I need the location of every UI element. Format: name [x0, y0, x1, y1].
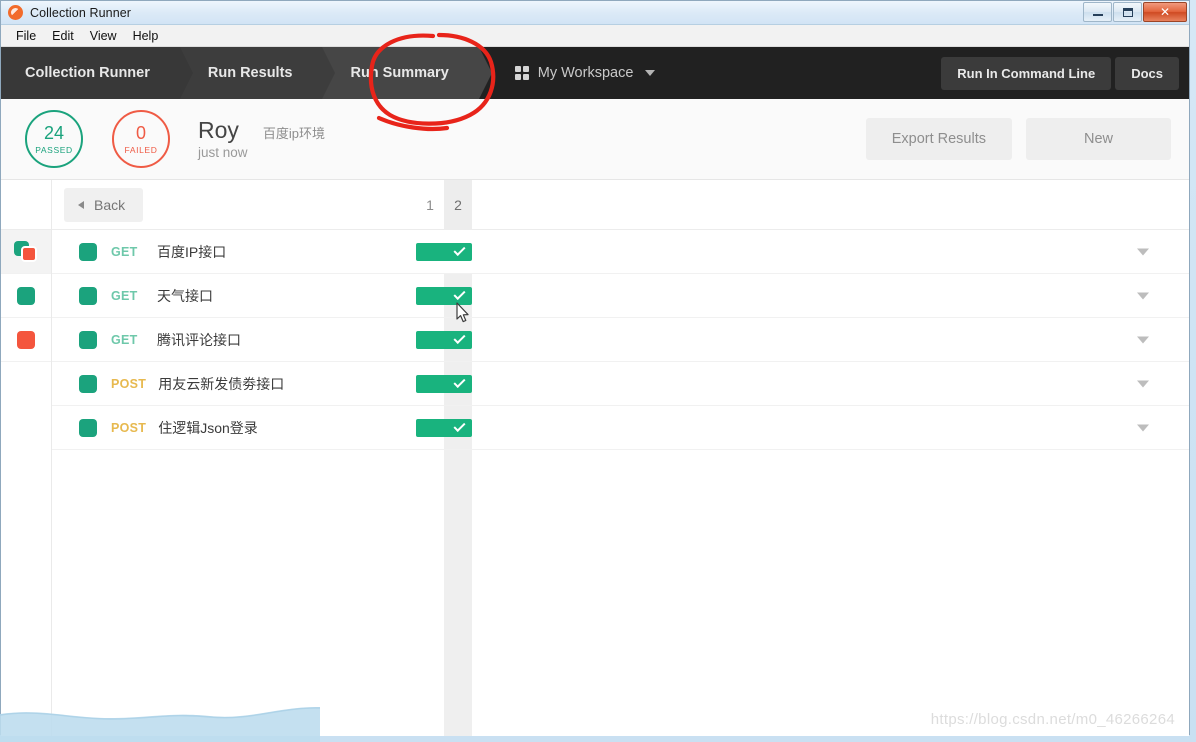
- row-result-bar[interactable]: [416, 418, 472, 437]
- results-list: Back 1 2 GET 百度IP接口 GET 天气接口 GET 腾讯评论接口 …: [52, 180, 1189, 736]
- passed-label: PASSED: [35, 144, 73, 155]
- caret-left-icon: [78, 200, 84, 209]
- run-timestamp: just now: [198, 145, 248, 161]
- row-status-square: [79, 242, 97, 261]
- green-square-icon: [17, 286, 35, 305]
- row-method: GET: [111, 244, 138, 259]
- filter-rail-header: [1, 180, 51, 230]
- postman-logo-icon: [8, 5, 23, 20]
- breadcrumb: Collection Runner Run Results Run Summar…: [1, 47, 493, 99]
- row-request-name: 百度IP接口: [157, 243, 227, 260]
- all-results-filter[interactable]: [1, 230, 51, 274]
- maximize-icon: [1122, 7, 1133, 17]
- chevron-down-icon: [645, 70, 656, 76]
- failed-label: FAILED: [124, 144, 158, 155]
- breadcrumb-collection-runner[interactable]: Collection Runner: [1, 47, 193, 99]
- new-run-button[interactable]: New: [1026, 118, 1171, 160]
- row-expand-chevron-icon[interactable]: [1137, 248, 1149, 255]
- back-button[interactable]: Back: [64, 187, 144, 222]
- row-method: GET: [111, 332, 138, 347]
- run-in-command-line-button[interactable]: Run In Command Line: [941, 56, 1112, 90]
- summary-actions: Export Results New: [865, 118, 1171, 160]
- window-title: Collection Runner: [30, 5, 132, 20]
- watermark-text: https://blog.csdn.net/m0_46266264: [930, 711, 1175, 728]
- check-icon: [453, 243, 466, 257]
- row-method: POST: [111, 376, 147, 391]
- check-icon: [453, 419, 466, 433]
- row-method: GET: [111, 288, 138, 303]
- row-result-bar[interactable]: [416, 330, 472, 349]
- minimize-button[interactable]: [1083, 2, 1112, 22]
- docs-button[interactable]: Docs: [1115, 56, 1179, 90]
- table-row[interactable]: GET 腾讯评论接口: [52, 318, 1189, 362]
- grid-icon: [514, 66, 529, 80]
- row-expand-chevron-icon[interactable]: [1137, 336, 1149, 343]
- menu-item-edit[interactable]: Edit: [45, 27, 81, 45]
- row-result-bar[interactable]: [416, 286, 472, 305]
- run-metadata: Roy 百度ip环境 just now: [198, 118, 325, 160]
- check-icon: [453, 331, 466, 345]
- table-row[interactable]: POST 住逻辑Json登录: [52, 406, 1189, 450]
- green-red-stack-icon: [14, 240, 38, 263]
- check-icon: [453, 375, 466, 389]
- menu-bar: File Edit View Help: [1, 25, 1189, 47]
- passed-stat: 24 PASSED: [25, 110, 83, 168]
- row-request-name: 住逻辑Json登录: [158, 419, 258, 436]
- row-expand-chevron-icon[interactable]: [1137, 380, 1149, 387]
- navbar-actions: Run In Command Line Docs: [941, 47, 1189, 99]
- workspace-selector[interactable]: My Workspace: [479, 47, 656, 99]
- row-status-square: [79, 286, 97, 305]
- result-filter-rail: [1, 180, 52, 736]
- row-result-bar[interactable]: [416, 374, 472, 393]
- table-row[interactable]: GET 天气接口: [52, 274, 1189, 318]
- red-square-icon: [17, 330, 35, 349]
- iteration-column-1[interactable]: 1: [416, 180, 444, 230]
- menu-item-view[interactable]: View: [83, 27, 124, 45]
- export-results-button[interactable]: Export Results: [865, 118, 1012, 160]
- results-list-header: Back 1 2: [52, 180, 1189, 230]
- passed-filter[interactable]: [1, 274, 51, 318]
- window-titlebar[interactable]: Collection Runner ✕: [1, 1, 1189, 25]
- row-method: POST: [111, 420, 147, 435]
- maximize-button[interactable]: [1113, 2, 1142, 22]
- failed-stat: 0 FAILED: [112, 110, 170, 168]
- row-status-square: [79, 418, 97, 437]
- application-window: Collection Runner ✕ File Edit View Help …: [0, 0, 1190, 736]
- back-label: Back: [94, 196, 126, 213]
- iteration-column-2[interactable]: 2: [444, 180, 472, 230]
- row-status-square: [79, 330, 97, 349]
- menu-item-file[interactable]: File: [9, 27, 43, 45]
- table-row[interactable]: GET 百度IP接口: [52, 230, 1189, 274]
- run-collection-name: Roy: [198, 116, 239, 143]
- failed-count: 0: [135, 122, 146, 143]
- menu-item-help[interactable]: Help: [126, 27, 166, 45]
- row-request-name: 腾讯评论接口: [157, 331, 241, 348]
- close-button[interactable]: ✕: [1143, 2, 1187, 22]
- workspace-label: My Workspace: [537, 65, 634, 81]
- failed-filter[interactable]: [1, 318, 51, 362]
- breadcrumb-run-results[interactable]: Run Results: [179, 47, 336, 99]
- row-request-name: 天气接口: [157, 287, 213, 304]
- breadcrumb-navbar: Collection Runner Run Results Run Summar…: [1, 47, 1189, 99]
- check-icon: [453, 287, 466, 301]
- breadcrumb-run-summary[interactable]: Run Summary: [322, 47, 493, 99]
- table-row[interactable]: POST 用友云新发债劵接口: [52, 362, 1189, 406]
- run-summary-bar: 24 PASSED 0 FAILED Roy 百度ip环境 just now E…: [1, 99, 1189, 180]
- run-environment-name: 百度ip环境: [262, 125, 326, 141]
- row-expand-chevron-icon[interactable]: [1137, 424, 1149, 431]
- window-controls: ✕: [1083, 2, 1187, 22]
- row-status-square: [79, 374, 97, 393]
- row-expand-chevron-icon[interactable]: [1137, 292, 1149, 299]
- row-request-name: 用友云新发债劵接口: [158, 375, 285, 392]
- results-panel: Back 1 2 GET 百度IP接口 GET 天气接口 GET 腾讯评论接口 …: [1, 180, 1189, 736]
- row-result-bar[interactable]: [416, 242, 472, 261]
- minimize-icon: [1092, 14, 1103, 16]
- passed-count: 24: [43, 122, 65, 143]
